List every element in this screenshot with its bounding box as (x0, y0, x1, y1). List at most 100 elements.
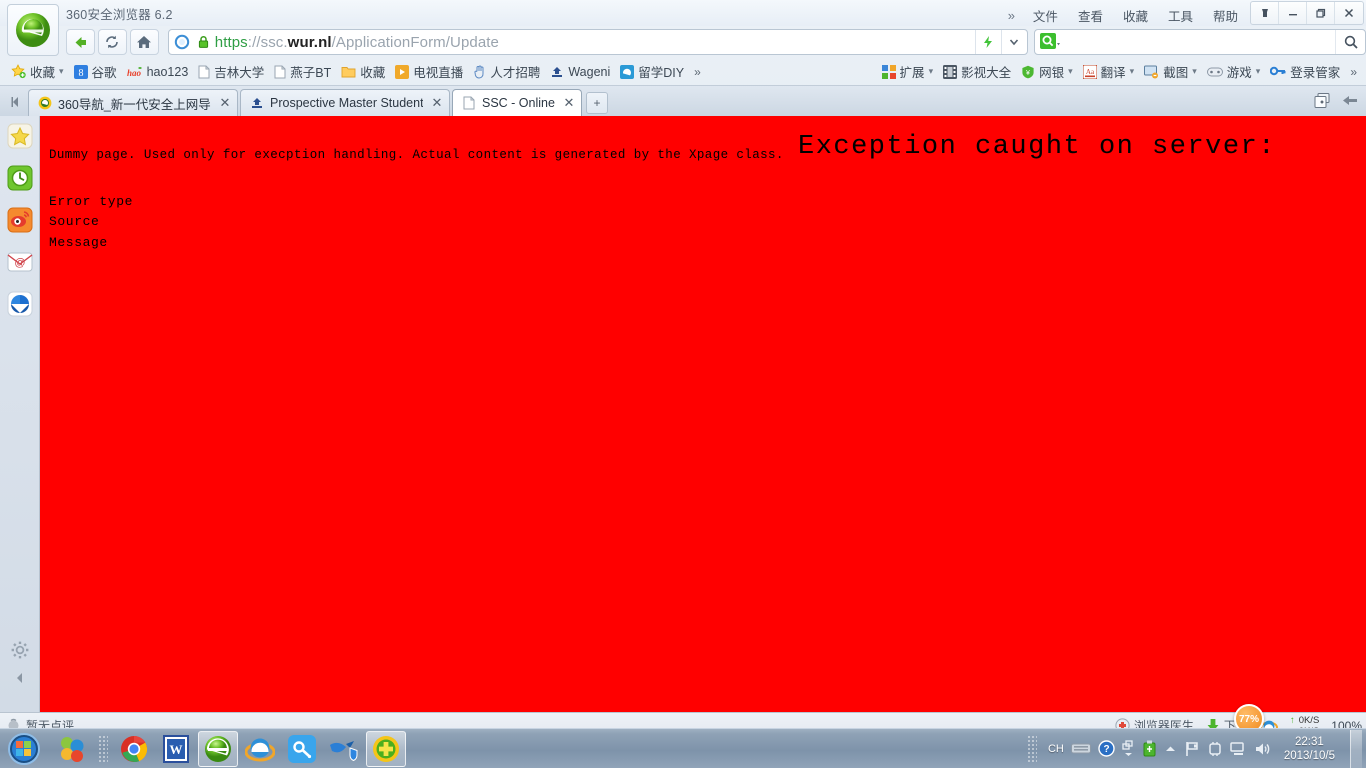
svg-text:@: @ (14, 257, 25, 269)
home-button[interactable] (129, 29, 159, 55)
taskbar-item-bird-shield[interactable] (324, 731, 364, 767)
chevron-up-icon[interactable] (1164, 744, 1177, 754)
wageni-icon (550, 65, 564, 79)
tab-prospective-master-student[interactable]: Prospective Master Student ✕ (240, 89, 450, 116)
taskbar-item-ie[interactable] (240, 731, 280, 767)
toolbar-item-video[interactable]: 影视大全 (938, 60, 1016, 83)
chevron-down-icon[interactable]: ▾ (1192, 66, 1197, 77)
network-icon[interactable] (1230, 741, 1247, 757)
skin-button[interactable] (1251, 2, 1279, 24)
quick-launch-gripper[interactable] (98, 734, 108, 763)
extension-icon (881, 64, 896, 79)
sidebar-item-weibo[interactable] (6, 206, 34, 234)
bookmark-favorites-menu[interactable]: 收藏 ▾ (6, 60, 69, 83)
new-tab-button[interactable]: + (585, 92, 608, 114)
refresh-button[interactable] (97, 29, 127, 55)
menu-item-favorites[interactable]: 收藏 (1113, 3, 1158, 28)
tab-scroll-left-button[interactable] (4, 88, 28, 116)
toolbar-item-screenshot[interactable]: 截图 ▾ (1139, 60, 1202, 83)
browser-logo (7, 4, 59, 56)
toolbar-label: 游戏 (1226, 66, 1252, 80)
sidebar-settings-button[interactable] (6, 636, 34, 664)
maximize-button[interactable] (1307, 2, 1335, 24)
show-desktop-button[interactable] (1350, 729, 1362, 768)
side-panel: @ (0, 116, 40, 712)
chevron-down-icon[interactable]: ▾ (1130, 66, 1135, 77)
back-button[interactable] (66, 29, 95, 55)
help-icon[interactable]: ? (1098, 740, 1115, 757)
menu-overflow-icon[interactable]: » (1004, 5, 1023, 26)
sidebar-item-history[interactable] (6, 164, 34, 192)
chevron-down-icon[interactable]: ▾ (929, 66, 934, 77)
tab-ssc-online[interactable]: SSC - Online ✕ (452, 89, 582, 116)
bookmark-item-recruitment[interactable]: 人才招聘 (468, 60, 545, 83)
lock-icon (195, 35, 213, 49)
menu-item-view[interactable]: 查看 (1068, 3, 1113, 28)
toolbar-item-password-manager[interactable]: 登录管家 (1265, 60, 1345, 83)
toolbar-item-extensions[interactable]: 扩展 ▾ (877, 60, 939, 83)
sidebar-item-fan[interactable] (6, 290, 34, 318)
action-center-flag-icon[interactable] (1184, 741, 1200, 757)
taskbar-item-word[interactable]: W (156, 731, 196, 767)
toolbar-item-games[interactable]: 游戏 ▾ (1202, 60, 1266, 83)
undo-icon[interactable] (1342, 94, 1360, 111)
bookmark-label: 人才招聘 (490, 66, 541, 80)
toolbar-overflow-icon[interactable]: » (1345, 65, 1362, 79)
bookmarks-bar: 收藏 ▾ 8 谷歌 hao hao123 吉林大学 燕子BT 收藏 电视直播 人… (0, 58, 1366, 86)
plug-icon[interactable] (1207, 741, 1223, 757)
start-button[interactable] (2, 730, 46, 768)
new-window-icon[interactable] (1314, 93, 1332, 112)
bookmark-item-hao123[interactable]: hao hao123 (122, 63, 194, 81)
tab-close-button[interactable]: ✕ (563, 95, 575, 111)
bookmark-item-wageni[interactable]: Wageni (545, 63, 615, 81)
toolbar-item-online-banking[interactable]: ¥ 网银 ▾ (1016, 60, 1078, 83)
search-box[interactable] (1033, 29, 1366, 55)
show-hidden-icons-icon[interactable] (1122, 740, 1135, 757)
window-title: 360安全浏览器 6.2 (66, 8, 173, 22)
chevron-down-icon[interactable]: ▾ (1256, 66, 1261, 77)
360-icon (37, 96, 53, 110)
input-method-indicator[interactable]: CH (1048, 743, 1064, 755)
search-engine-icon[interactable] (1039, 32, 1061, 53)
taskbar-item-360browser[interactable] (198, 730, 238, 767)
content-row: @ Dummy page. Used only for execption ha… (0, 116, 1366, 712)
bookmark-item-jilin-university[interactable]: 吉林大学 (193, 60, 269, 83)
taskbar-item-360safe[interactable] (366, 730, 406, 767)
tab-close-button[interactable]: ✕ (431, 95, 443, 111)
toolbar-item-translate[interactable]: Aa 翻译 ▾ (1078, 60, 1140, 83)
chevron-down-icon[interactable]: ▾ (1068, 66, 1073, 77)
minimize-button[interactable] (1279, 2, 1307, 24)
sidebar-item-favorites[interactable] (6, 122, 34, 150)
bookmarks-overflow-icon[interactable]: » (689, 65, 706, 79)
usb-icon[interactable] (1142, 740, 1157, 758)
tab-close-button[interactable]: ✕ (219, 95, 231, 111)
chevron-down-icon[interactable]: ▾ (59, 66, 64, 77)
speedup-icon[interactable] (974, 30, 1001, 54)
close-button[interactable] (1335, 2, 1363, 24)
svg-text:W: W (170, 742, 183, 757)
volume-icon[interactable] (1254, 741, 1271, 757)
sidebar-collapse-button[interactable] (6, 664, 34, 692)
menu-item-tools[interactable]: 工具 (1158, 3, 1203, 28)
taskbar-item-qq[interactable] (52, 731, 92, 767)
bookmark-item-tv-live[interactable]: 电视直播 (390, 60, 468, 83)
bookmark-item-google[interactable]: 8 谷歌 (69, 60, 122, 83)
tray-gripper[interactable] (1026, 734, 1037, 763)
menu-item-file[interactable]: 文件 (1023, 3, 1068, 28)
menu-item-help[interactable]: 帮助 (1203, 3, 1248, 28)
taskbar-item-chrome[interactable] (114, 731, 154, 767)
url-path: /ApplicationForm/Update (331, 33, 499, 51)
search-input[interactable] (1060, 35, 1335, 49)
keyboard-icon[interactable] (1070, 742, 1091, 755)
address-bar[interactable]: https://ssc.wur.nl/ApplicationForm/Updat… (167, 29, 1028, 55)
bookmark-folder-favorites[interactable]: 收藏 (336, 60, 390, 83)
folder-icon (341, 65, 356, 78)
address-dropdown-icon[interactable] (1000, 30, 1027, 54)
bookmark-item-yanzibt[interactable]: 燕子BT (269, 60, 336, 83)
search-submit-button[interactable] (1335, 30, 1365, 54)
taskbar-clock[interactable]: 22:31 2013/10/5 (1278, 735, 1341, 763)
tab-360-navigation[interactable]: 360导航_新一代安全上网导航 ✕ (28, 89, 238, 116)
sidebar-item-mail[interactable]: @ (6, 248, 34, 276)
bookmark-item-study-abroad-diy[interactable]: 留学DIY (615, 60, 689, 83)
taskbar-item-blue-app[interactable] (282, 731, 322, 767)
